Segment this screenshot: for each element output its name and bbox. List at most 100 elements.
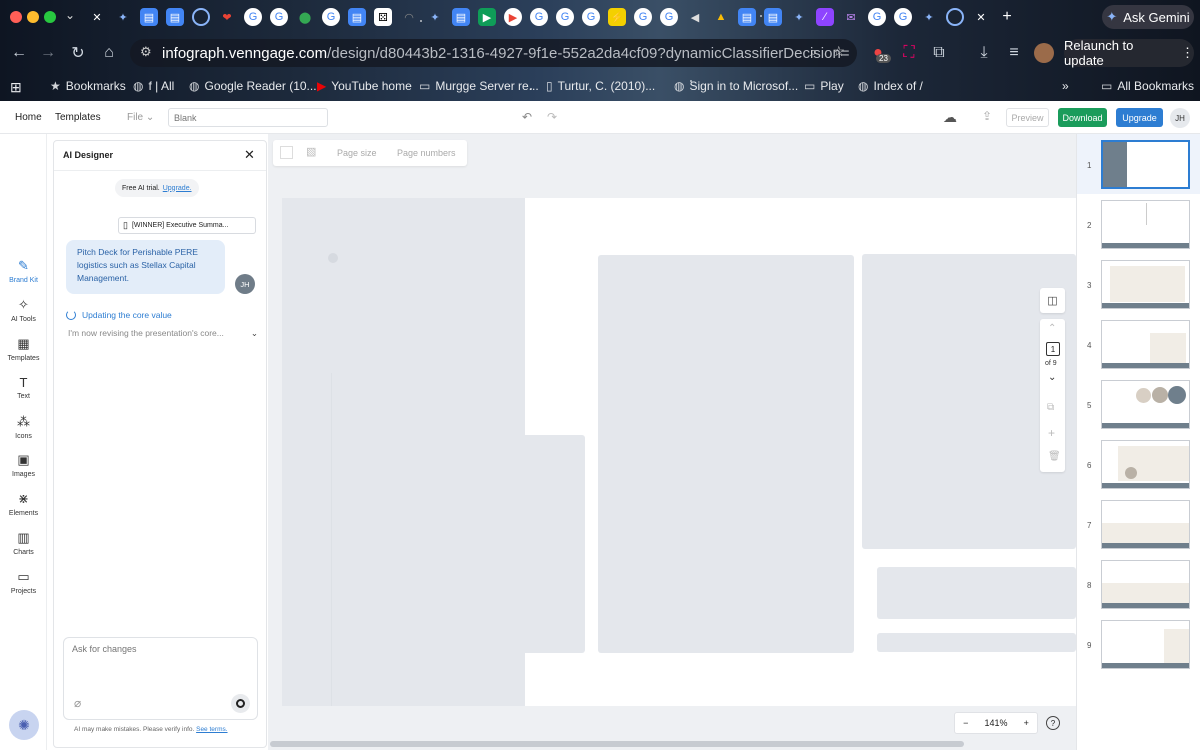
page-thumbnail[interactable] — [1101, 440, 1190, 489]
bookmark-item[interactable]: ◍ f | All — [133, 79, 174, 93]
help-icon[interactable]: ? — [1046, 716, 1060, 730]
attach-icon[interactable]: ⌀ — [74, 696, 81, 710]
page-thumbnail[interactable] — [1101, 620, 1190, 669]
tab-gemini-icon[interactable]: ✦ — [114, 8, 132, 26]
new-tab-icon[interactable]: + — [998, 8, 1016, 26]
tab-docs-icon[interactable]: ▤ — [764, 8, 782, 26]
page-thumbnail[interactable] — [1101, 560, 1190, 609]
status-detail[interactable]: I'm now revising the presentation's core… — [68, 328, 258, 338]
bookmark-item[interactable]: ◍ Google Reader (10... — [189, 79, 317, 93]
minimize-window-button[interactable] — [27, 11, 39, 23]
tab-google-icon[interactable]: G — [270, 8, 288, 26]
ask-gemini-button[interactable]: ✦ Ask Gemini — [1102, 5, 1194, 29]
tab-google-icon[interactable]: G — [322, 8, 340, 26]
undo-icon[interactable]: ↶ — [522, 110, 532, 124]
rail-item-templates[interactable]: ▦ Templates — [0, 336, 47, 362]
panel-toggle-icon[interactable]: ◫ — [1040, 288, 1065, 313]
ask-for-changes-input[interactable] — [72, 644, 250, 684]
tab-dice-icon[interactable]: ⚄ — [374, 8, 392, 26]
terms-link[interactable]: See terms. — [196, 726, 227, 733]
tab-bolt-icon[interactable]: ⚡ — [608, 8, 626, 26]
page-thumbnail[interactable] — [1101, 380, 1190, 429]
attachment-chip[interactable]: ▯ [WINNER] Executive Summa... — [118, 217, 256, 234]
tab-google-icon[interactable]: G — [660, 8, 678, 26]
page-numbers-button[interactable]: Page numbers — [397, 148, 456, 158]
apps-grid-icon[interactable]: ⊞ — [10, 79, 22, 96]
page-down-icon[interactable]: ⌄ — [1048, 372, 1056, 383]
bookmark-folder[interactable]: ▭ Murgge Server re... — [419, 79, 539, 93]
back-icon[interactable]: ← — [9, 43, 29, 63]
redo-icon[interactable]: ↷ — [547, 110, 557, 124]
rail-item-brand-kit[interactable]: ✎ Brand Kit — [0, 258, 47, 284]
bookmark-item[interactable]: ▯ Turtur, C. (2010)... — [546, 79, 655, 93]
tab-gemini-icon[interactable]: ✦ — [790, 8, 808, 26]
tab-google-icon[interactable]: G — [556, 8, 574, 26]
bookmark-folder[interactable]: ▭ Play — [804, 79, 844, 93]
rail-item-charts[interactable]: ▥ Charts — [0, 530, 47, 556]
current-page-number[interactable]: 1 — [1046, 342, 1060, 356]
bookmark-item[interactable]: ◍ Sign in to Microsof... — [674, 79, 798, 93]
maximize-window-button[interactable] — [44, 11, 56, 23]
extensions-puzzle-icon[interactable]: ⧉ — [929, 43, 949, 63]
forward-icon[interactable]: → — [38, 43, 58, 63]
bookmark-item[interactable]: ★ Bookmarks — [50, 79, 126, 93]
tab-close-icon[interactable]: ✕ — [972, 8, 990, 26]
user-avatar[interactable]: JH — [1170, 108, 1190, 128]
slide-page[interactable] — [282, 198, 1076, 706]
tab-google-icon[interactable]: G — [244, 8, 262, 26]
horizontal-scrollbar[interactable] — [270, 741, 964, 747]
page-thumbnail[interactable] — [1101, 260, 1190, 309]
pattern-icon[interactable]: ▧ — [306, 145, 316, 158]
tab-google-icon[interactable]: G — [634, 8, 652, 26]
page-size-button[interactable]: Page size — [337, 148, 377, 158]
address-bar[interactable]: ⚙ infograph.venngage.com/design/d80443b2… — [130, 39, 857, 67]
trial-upgrade-link[interactable]: Upgrade. — [163, 185, 192, 192]
screen-capture-icon[interactable]: ⛶ — [899, 43, 919, 63]
add-page-icon[interactable]: + — [1048, 426, 1055, 440]
zoom-icon[interactable]: ⌕ — [810, 44, 817, 60]
upgrade-button[interactable]: Upgrade — [1116, 108, 1163, 127]
tab-docs-icon[interactable]: ▤ — [166, 8, 184, 26]
tab-x-icon[interactable]: ✕ — [88, 8, 106, 26]
page-thumbnail[interactable] — [1101, 140, 1190, 189]
close-icon[interactable]: ✕ — [244, 147, 255, 163]
tab-circle-icon[interactable] — [946, 8, 964, 26]
preview-button[interactable]: Preview — [1006, 108, 1049, 127]
close-window-button[interactable] — [10, 11, 22, 23]
tab-heart-icon[interactable]: ❤ — [218, 8, 236, 26]
templates-link[interactable]: Templates — [55, 112, 101, 123]
rail-item-images[interactable]: ▣ Images — [0, 452, 47, 478]
relaunch-button[interactable]: Relaunch to update ⋮ — [1064, 38, 1194, 68]
tab-headphones-icon[interactable]: ◠ — [400, 8, 418, 26]
media-icon[interactable]: ≡ — [1004, 43, 1024, 63]
duplicate-page-icon[interactable]: ⧉ — [1047, 402, 1054, 413]
tab-google-icon[interactable]: G — [894, 8, 912, 26]
background-color-swatch[interactable] — [280, 146, 293, 159]
tab-circle-icon[interactable] — [192, 8, 210, 26]
tab-youtube-icon[interactable]: ▶ — [504, 8, 522, 26]
more-bookmarks-icon[interactable]: » — [1062, 79, 1069, 93]
rail-item-elements[interactable]: ⋇ Elements — [0, 491, 47, 517]
tab-mail-icon[interactable]: ✉ — [842, 8, 860, 26]
reload-icon[interactable]: ↻ — [68, 43, 88, 63]
design-title-input[interactable] — [168, 108, 328, 127]
tab-audio-icon[interactable]: ◀ — [686, 8, 704, 26]
bookmark-item[interactable]: ◍ Index of / — [858, 79, 923, 93]
download-button[interactable]: Download — [1058, 108, 1107, 127]
page-thumbnail[interactable] — [1101, 500, 1190, 549]
tab-search-icon[interactable]: ⌄ — [65, 8, 75, 22]
site-settings-icon[interactable]: ⚙ — [140, 44, 152, 60]
download-icon[interactable]: ⤓ — [974, 43, 994, 63]
tab-purple-icon[interactable]: ⁄ — [816, 8, 834, 26]
ai-assistant-icon[interactable]: ✺ — [9, 710, 39, 740]
bookmark-item[interactable]: ▶ YouTube home — [317, 79, 412, 93]
file-menu[interactable]: File ⌄ — [127, 112, 154, 123]
page-up-icon[interactable]: ⌃ — [1048, 323, 1056, 334]
tab-docs-icon[interactable]: ▤ — [738, 8, 756, 26]
home-link[interactable]: Home — [15, 112, 42, 123]
tab-gemini-icon[interactable]: ✦ — [426, 8, 444, 26]
rail-item-icons[interactable]: ⁂ Icons — [0, 414, 47, 440]
rail-item-projects[interactable]: ▭ Projects — [0, 569, 47, 595]
profile-avatar[interactable] — [1034, 43, 1054, 63]
stop-button[interactable] — [231, 694, 250, 713]
